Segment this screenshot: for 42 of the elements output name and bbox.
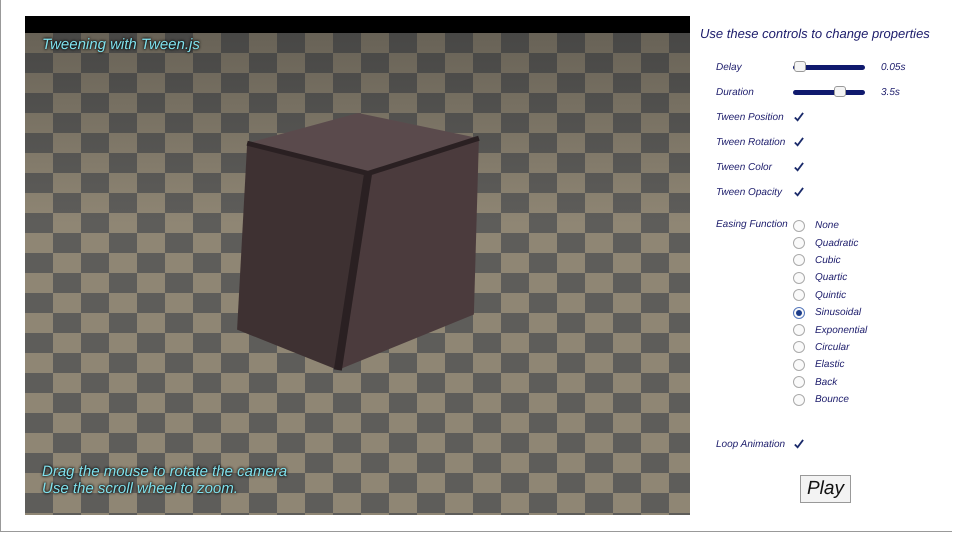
radio-button[interactable]: [793, 394, 805, 406]
checkbox[interactable]: [793, 439, 804, 450]
checkbox[interactable]: [793, 137, 804, 148]
radio-label: Exponential: [815, 324, 868, 336]
radio-group-label: Easing Function: [716, 218, 789, 232]
radio-label: Sinusoidal: [815, 307, 862, 318]
slider-value: 0.05s: [881, 62, 906, 73]
radio-label: Quintic: [815, 290, 846, 301]
checkbox-label: Tween Position: [716, 112, 785, 123]
checkbox[interactable]: [793, 187, 804, 198]
radio-button[interactable]: [793, 289, 805, 302]
radio-button[interactable]: [793, 358, 805, 371]
slider-value: 3.5s: [881, 87, 900, 98]
checkbox[interactable]: [793, 112, 804, 123]
radio-label: Circular: [815, 342, 850, 353]
radio-button[interactable]: [793, 324, 805, 336]
radio-button[interactable]: [793, 376, 805, 388]
checkbox-label: Tween Opacity: [716, 187, 784, 198]
play-button[interactable]: Play: [800, 475, 851, 504]
radio-label: Elastic: [815, 359, 844, 370]
checkbox-label: Loop Animation: [716, 439, 786, 450]
checkbox[interactable]: [793, 162, 804, 173]
slider-label: Delay: [716, 62, 743, 73]
radio-button[interactable]: [793, 341, 805, 354]
slider-label: Duration: [716, 87, 755, 98]
radio-label: Bounce: [815, 394, 849, 406]
radio-button[interactable]: [793, 254, 805, 266]
checkbox-label: Tween Color: [716, 162, 774, 173]
radio-label: Cubic: [815, 254, 841, 266]
viewport-title: Tweening with Tween.js: [42, 36, 200, 53]
panel-heading: Use these controls to change properties: [700, 26, 931, 41]
viewport-hint: Use the scroll wheel to zoom.: [42, 480, 239, 497]
radio-button[interactable]: [793, 237, 805, 250]
radio-button[interactable]: [793, 306, 805, 319]
radio-label: Back: [815, 376, 838, 388]
radio-label: Quadratic: [815, 238, 858, 249]
radio-label: None: [815, 220, 839, 232]
radio-button[interactable]: [793, 220, 805, 232]
viewport-hint: Drag the mouse to rotate the camera: [42, 463, 288, 480]
radio-label: Quartic: [815, 272, 848, 284]
radio-button[interactable]: [793, 272, 805, 284]
checkbox-label: Tween Rotation: [716, 137, 786, 148]
